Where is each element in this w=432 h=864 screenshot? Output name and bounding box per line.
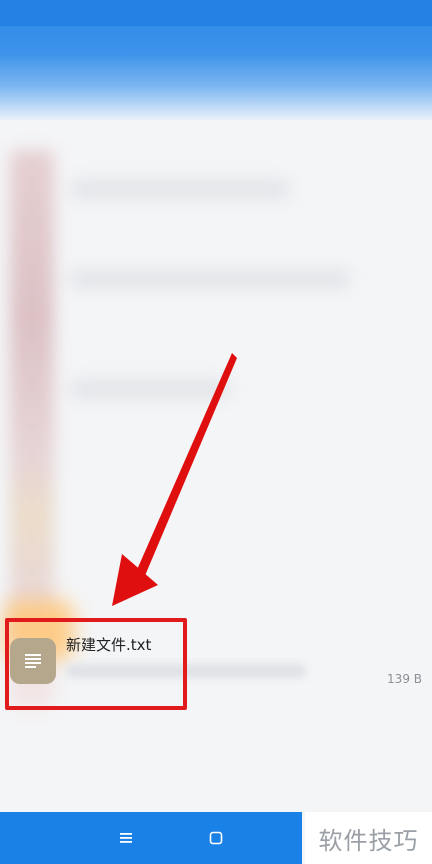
screenshot-frame: 新建文件.txt 139 B 软件技巧 bbox=[0, 0, 432, 864]
file-size: 139 B bbox=[387, 672, 422, 686]
status-bar bbox=[0, 0, 432, 26]
bottom-navigation-bar bbox=[0, 812, 302, 864]
menu-icon[interactable] bbox=[112, 824, 140, 852]
watermark: 软件技巧 bbox=[305, 812, 432, 864]
blurred-row bbox=[70, 380, 230, 398]
menu-glyph bbox=[120, 833, 132, 843]
highlight-box bbox=[5, 618, 187, 710]
home-icon[interactable] bbox=[202, 824, 230, 852]
blurred-row bbox=[70, 270, 350, 288]
blurred-row bbox=[70, 180, 290, 198]
home-glyph bbox=[209, 831, 223, 845]
